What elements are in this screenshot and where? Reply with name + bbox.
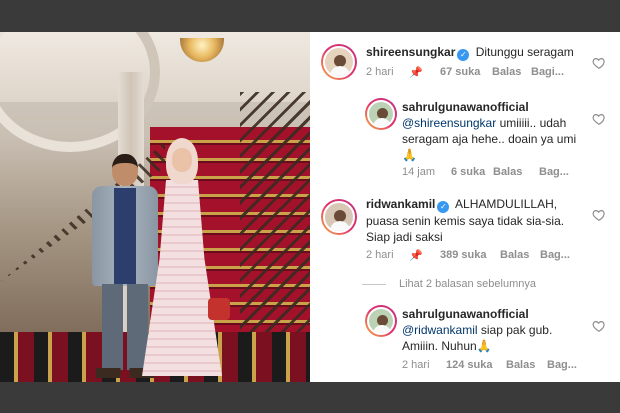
pin-icon: 📌: [409, 250, 423, 262]
comment-text-line1: siap pak gub.: [480, 323, 553, 337]
comment-text-line2: puasa senin kemis saya tidak sia-sia.: [366, 214, 565, 228]
like-count[interactable]: 389 suka: [440, 249, 486, 261]
heart-icon[interactable]: [592, 319, 606, 333]
avatar-sahrulgunawanofficial[interactable]: [365, 305, 397, 337]
pray-emoji: 🙏: [402, 148, 417, 162]
comment-text-line3: Siap jadi saksi: [366, 230, 443, 244]
view-previous-replies-button[interactable]: Lihat 2 balasan sebelumnya: [399, 278, 536, 290]
mention-link[interactable]: @ridwankamil: [402, 323, 478, 337]
comment-username[interactable]: ridwankamil: [366, 197, 435, 211]
replies-divider: [362, 284, 386, 285]
avatar-shireensungkar[interactable]: [321, 44, 357, 80]
share-button[interactable]: Bag...: [539, 166, 569, 178]
like-count[interactable]: 124 suka: [446, 359, 492, 371]
comment-time: 2 hari: [402, 359, 430, 371]
reply-button[interactable]: Balas: [506, 359, 535, 371]
comment-time: 14 jam: [402, 166, 436, 178]
like-count[interactable]: 67 suka: [440, 66, 480, 78]
photo-woman: [132, 138, 232, 378]
pray-emoji: 🙏: [476, 339, 492, 353]
heart-icon[interactable]: [592, 112, 606, 126]
comment-time: 2 hari: [366, 249, 394, 261]
comment-text-line2: seragam aja hehe.. doain ya umi: [402, 132, 577, 146]
comment-meta: 14 jam 6 suka Balas Bag...: [402, 166, 602, 180]
reply-button[interactable]: Balas: [492, 66, 521, 78]
pin-icon: 📌: [409, 67, 423, 79]
avatar-ridwankamil[interactable]: [321, 199, 357, 235]
comment-text-line2: Amiiin. Nuhun: [402, 339, 477, 353]
reply-button[interactable]: Balas: [493, 166, 522, 178]
mention-link[interactable]: @shireensungkar: [402, 116, 496, 130]
reply-button[interactable]: Balas: [500, 249, 529, 261]
comment-shireensungkar: shireensungkar ✓ Ditunggu seragam: [366, 44, 596, 61]
share-button[interactable]: Bagi...: [531, 66, 564, 78]
share-button[interactable]: Bag...: [547, 359, 577, 371]
comment-username[interactable]: shireensungkar: [366, 45, 455, 59]
comment-meta: 2 hari 📌 67 suka Balas Bagi...: [366, 66, 606, 80]
verified-badge-icon: ✓: [437, 201, 450, 213]
comment-username[interactable]: sahrulgunawanofficial: [402, 307, 529, 321]
reply-sahrulgunawanofficial-2: sahrulgunawanofficial @ridwankamil siap …: [402, 306, 592, 354]
comments-panel: shireensungkar ✓ Ditunggu seragam 2 hari …: [310, 32, 620, 382]
comment-text-line1: ALHAMDULILLAH,: [455, 197, 558, 211]
comment-text-line1: umiiiii.. udah: [499, 116, 567, 130]
heart-icon[interactable]: [592, 208, 606, 222]
comment-time: 2 hari: [366, 66, 394, 78]
comment-meta: 2 hari 📌 389 suka Balas Bag...: [366, 249, 606, 263]
share-button[interactable]: Bag...: [540, 249, 570, 261]
reply-sahrulgunawanofficial-1: sahrulgunawanofficial @shireensungkar um…: [402, 99, 592, 163]
avatar-sahrulgunawanofficial[interactable]: [365, 98, 397, 130]
comment-username[interactable]: sahrulgunawanofficial: [402, 100, 529, 114]
verified-badge-icon: ✓: [457, 49, 470, 61]
comment-meta: 2 hari 124 suka Balas Bag...: [402, 359, 602, 373]
comment-ridwankamil: ridwankamil ✓ ALHAMDULILLAH, puasa senin …: [366, 196, 596, 245]
like-count[interactable]: 6 suka: [451, 166, 485, 178]
screenshot-frame: shireensungkar ✓ Ditunggu seragam 2 hari …: [0, 32, 620, 382]
heart-icon[interactable]: [592, 56, 606, 70]
comment-text: Ditunggu seragam: [475, 45, 574, 59]
post-photo[interactable]: [0, 32, 310, 382]
